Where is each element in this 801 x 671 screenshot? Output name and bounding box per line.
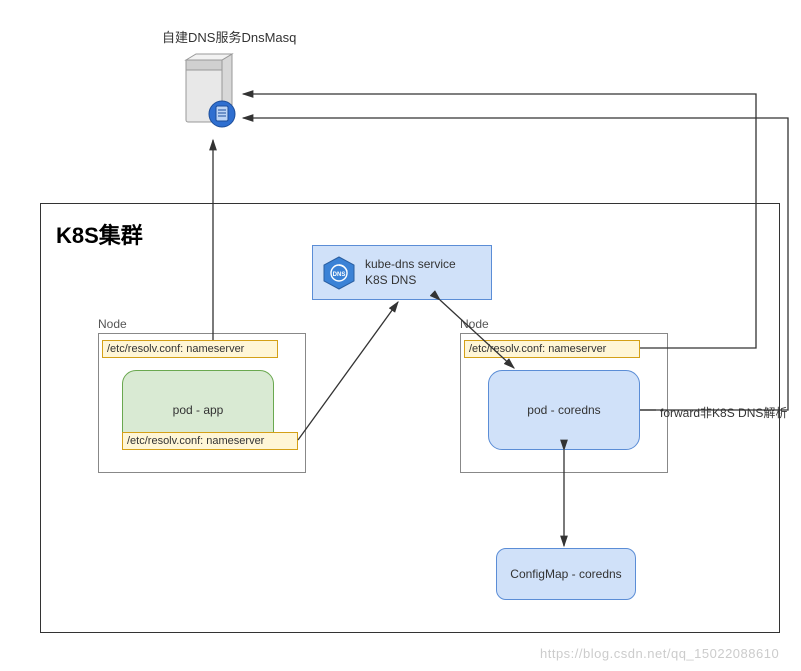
pod-app-label: pod - app: [173, 403, 224, 417]
diagram-canvas: 自建DNS服务DnsMasq K8S集群 DNS: [0, 0, 801, 671]
pod-app-resolv: /etc/resolv.conf: nameserver: [122, 432, 298, 450]
svg-text:DNS: DNS: [333, 272, 346, 278]
cluster-title: K8S集群: [56, 218, 143, 250]
node-right-title: Node: [460, 317, 489, 331]
kube-dns-line1: kube-dns service: [365, 257, 456, 273]
forward-label: forward非K8S DNS解析: [660, 404, 787, 421]
configmap-label: ConfigMap - coredns: [510, 567, 621, 581]
node-left-resolv: /etc/resolv.conf: nameserver: [102, 340, 278, 358]
server-icon: [180, 52, 240, 134]
dns-server-label: 自建DNS服务DnsMasq: [162, 27, 296, 46]
kube-dns-line2: K8S DNS: [365, 273, 456, 289]
kube-dns-service: DNS kube-dns service K8S DNS: [312, 245, 492, 300]
node-right-resolv: /etc/resolv.conf: nameserver: [464, 340, 640, 358]
configmap-coredns: ConfigMap - coredns: [496, 548, 636, 600]
dns-hex-icon: DNS: [321, 255, 357, 291]
pod-coredns-label: pod - coredns: [527, 403, 600, 417]
pod-coredns: pod - coredns: [488, 370, 640, 450]
watermark: https://blog.csdn.net/qq_15022088610: [540, 646, 779, 661]
node-left-title: Node: [98, 317, 127, 331]
